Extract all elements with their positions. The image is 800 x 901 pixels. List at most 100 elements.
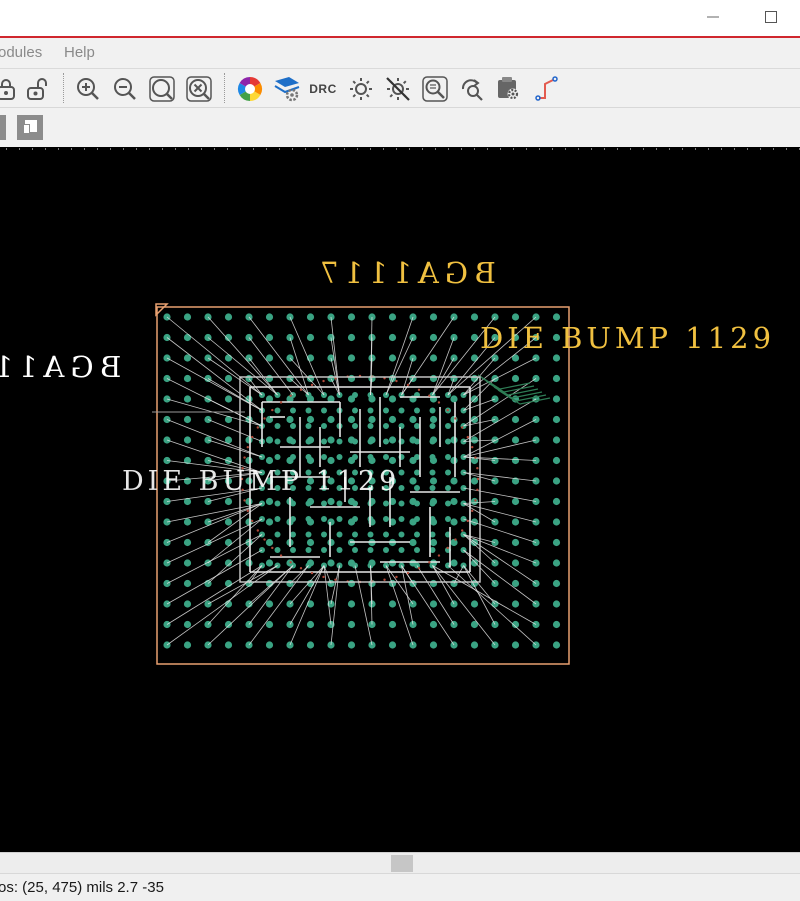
ruler-tick bbox=[84, 148, 85, 150]
bga-pad bbox=[224, 620, 233, 629]
zoom-fit-button[interactable] bbox=[148, 75, 176, 103]
swap-button[interactable] bbox=[458, 75, 486, 103]
bga-pad bbox=[306, 374, 315, 383]
bga-pad bbox=[552, 395, 561, 403]
color-settings-button[interactable] bbox=[236, 75, 264, 103]
via bbox=[289, 394, 292, 397]
die-bump bbox=[274, 407, 281, 414]
via bbox=[251, 435, 254, 439]
die-bump bbox=[352, 531, 358, 538]
main-toolbar: DRC bbox=[0, 69, 800, 108]
bga-pad bbox=[347, 313, 356, 321]
die-bump bbox=[429, 407, 436, 414]
bga-pad bbox=[388, 559, 397, 567]
pcb-canvas[interactable]: BGA1117 BGA11 DIE BUMP 1129 DIE BUMP 112… bbox=[0, 147, 800, 852]
bga-pad bbox=[470, 313, 479, 321]
bga-pad bbox=[552, 354, 561, 362]
ruler-tick bbox=[539, 148, 540, 150]
bga-pad bbox=[265, 497, 274, 506]
highlight-off-button[interactable] bbox=[384, 75, 412, 103]
bga-pad bbox=[511, 538, 520, 547]
unlock-button[interactable] bbox=[24, 75, 52, 103]
ratsnest-line bbox=[463, 565, 496, 625]
menu-help[interactable]: Help bbox=[64, 44, 95, 61]
layer-select-button[interactable] bbox=[17, 115, 43, 140]
bga-label-left: BGA11 bbox=[0, 350, 121, 384]
highlight-on-button[interactable] bbox=[347, 75, 375, 103]
ratsnest-line bbox=[207, 439, 263, 458]
bga-pad bbox=[552, 559, 561, 567]
component-settings-button[interactable] bbox=[495, 75, 523, 103]
bga-pad bbox=[183, 374, 192, 383]
minimize-button[interactable] bbox=[690, 4, 736, 30]
via bbox=[454, 538, 457, 541]
bga-pad bbox=[306, 620, 315, 629]
layer-toggle-button[interactable] bbox=[0, 115, 6, 140]
bga-pad bbox=[265, 456, 274, 465]
ruler-tick bbox=[71, 148, 72, 150]
highlight-off-icon bbox=[386, 77, 410, 101]
bga-pad bbox=[306, 333, 315, 342]
die-bump bbox=[336, 454, 343, 460]
ruler-tick bbox=[214, 148, 215, 150]
bga-pad bbox=[429, 538, 438, 547]
route-button[interactable] bbox=[533, 75, 561, 103]
bga-pad bbox=[347, 600, 356, 608]
bga-pad bbox=[183, 538, 192, 547]
drc-button[interactable]: DRC bbox=[309, 75, 337, 103]
ruler-tick bbox=[305, 148, 306, 150]
ruler-tick bbox=[357, 148, 358, 150]
bga-label-top: BGA1117 bbox=[314, 256, 496, 290]
die-bump bbox=[383, 454, 389, 460]
die-bump bbox=[352, 438, 358, 445]
menu-modules[interactable]: odules bbox=[0, 44, 42, 61]
bga-pad bbox=[511, 641, 520, 649]
bga-pad bbox=[450, 477, 458, 485]
ruler-tick bbox=[396, 148, 397, 150]
bga-pad bbox=[429, 374, 438, 383]
highlight-on-icon bbox=[350, 78, 372, 100]
bga-pad bbox=[409, 477, 417, 485]
via bbox=[279, 401, 283, 404]
ruler-tick bbox=[318, 148, 319, 150]
die-bump bbox=[414, 423, 420, 429]
lock-button[interactable] bbox=[0, 75, 20, 103]
die-bump bbox=[414, 438, 420, 445]
die-bump bbox=[290, 500, 296, 507]
bga-pad bbox=[511, 497, 520, 506]
ruler-tick bbox=[682, 148, 683, 150]
die-bump bbox=[367, 407, 374, 414]
zoom-out-button[interactable] bbox=[111, 75, 139, 103]
scrollbar-thumb[interactable] bbox=[391, 855, 413, 872]
pcb-board-view[interactable]: BGA1117 BGA11 DIE BUMP 1129 DIE BUMP 112… bbox=[0, 147, 800, 852]
find-button[interactable] bbox=[421, 75, 449, 103]
ruler-tick bbox=[292, 148, 293, 150]
layer-settings-button[interactable] bbox=[273, 75, 301, 103]
bga-pad bbox=[429, 354, 438, 362]
zoom-reset-button[interactable] bbox=[185, 75, 213, 103]
via bbox=[256, 529, 260, 532]
die-bump bbox=[383, 423, 389, 429]
bga-pad bbox=[224, 395, 233, 403]
ruler-tick bbox=[526, 148, 527, 150]
bga-pad bbox=[327, 415, 335, 424]
ratsnest-line bbox=[166, 534, 263, 584]
via bbox=[243, 456, 246, 459]
ratsnest-line bbox=[207, 378, 263, 411]
die-bump bbox=[336, 531, 343, 538]
bga-pad bbox=[429, 641, 438, 649]
ruler-tick bbox=[32, 148, 33, 150]
via bbox=[310, 571, 314, 575]
routed-trace bbox=[485, 380, 539, 396]
maximize-button[interactable] bbox=[748, 4, 794, 30]
ruler-tick bbox=[45, 148, 46, 150]
bga-pad bbox=[327, 497, 335, 506]
bga-pad bbox=[265, 538, 274, 547]
bga-pad bbox=[265, 600, 274, 608]
zoom-in-button[interactable] bbox=[74, 75, 102, 103]
via bbox=[289, 561, 292, 564]
ruler-tick bbox=[6, 148, 7, 150]
die-bump bbox=[274, 516, 281, 522]
ruler-tick bbox=[409, 148, 410, 150]
horizontal-scrollbar[interactable] bbox=[0, 852, 800, 873]
